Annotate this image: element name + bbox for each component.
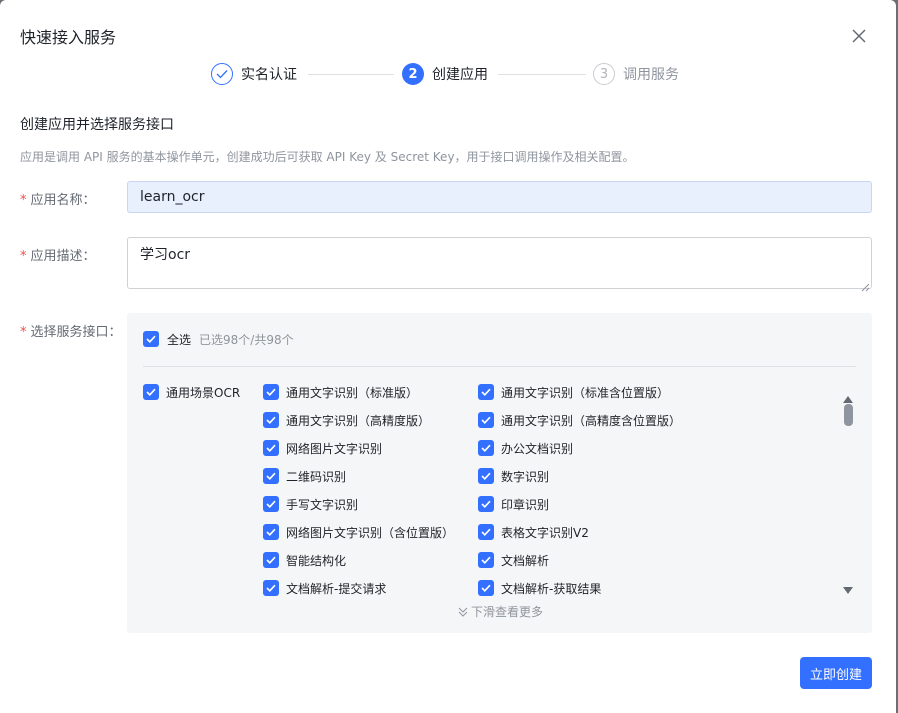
step-3-number: 3 bbox=[593, 63, 615, 85]
required-mark: * bbox=[20, 325, 27, 340]
api-checkbox[interactable] bbox=[478, 384, 494, 400]
api-select-label: * 选择服务接口： bbox=[20, 325, 122, 340]
required-mark: * bbox=[20, 193, 27, 208]
app-desc-label: * 应用描述： bbox=[20, 249, 96, 264]
api-checkbox[interactable] bbox=[478, 440, 494, 456]
api-label: 手写文字识别 bbox=[286, 498, 359, 512]
api-checkbox[interactable] bbox=[478, 412, 494, 428]
api-label: 网络图片文字识别（含位置版） bbox=[286, 526, 455, 540]
selected-count: 已选98个/共98个 bbox=[199, 333, 294, 347]
api-label: 文档解析 bbox=[501, 554, 550, 568]
api-label: 通用文字识别（高精度版） bbox=[286, 414, 431, 428]
api-checkbox[interactable] bbox=[478, 524, 494, 540]
app-name-input[interactable]: learn_ocr bbox=[127, 181, 872, 213]
api-checkbox[interactable] bbox=[263, 496, 279, 512]
section-description: 应用是调用 API 服务的基本操作单元，创建成功后可获取 API Key 及 S… bbox=[20, 150, 635, 164]
section-title: 创建应用并选择服务接口 bbox=[20, 117, 174, 133]
step-3-label: 调用服务 bbox=[623, 67, 679, 83]
api-label: 文档解析-提交请求 bbox=[286, 582, 387, 596]
api-checkbox[interactable] bbox=[478, 580, 494, 596]
check-icon bbox=[211, 63, 233, 85]
api-checkbox[interactable] bbox=[478, 496, 494, 512]
create-now-button[interactable]: 立即创建 bbox=[800, 657, 872, 689]
api-label: 通用文字识别（标准含位置版） bbox=[501, 386, 670, 400]
api-checkbox[interactable] bbox=[263, 580, 279, 596]
api-checkbox[interactable] bbox=[263, 552, 279, 568]
step-1-label: 实名认证 bbox=[241, 67, 297, 83]
api-label: 文档解析-获取结果 bbox=[501, 582, 602, 596]
api-checkbox[interactable] bbox=[478, 468, 494, 484]
api-checkbox[interactable] bbox=[263, 384, 279, 400]
dialog-title: 快速接入服务 bbox=[20, 28, 117, 47]
api-checkbox[interactable] bbox=[263, 468, 279, 484]
api-checkbox[interactable] bbox=[263, 440, 279, 456]
api-select-panel bbox=[127, 313, 872, 633]
category-checkbox[interactable] bbox=[143, 384, 159, 400]
api-label: 办公文档识别 bbox=[501, 442, 574, 456]
step-connector bbox=[308, 74, 394, 75]
app-desc-textarea[interactable]: 学习ocr bbox=[127, 237, 872, 289]
api-label: 表格文字识别V2 bbox=[501, 526, 589, 540]
api-label: 二维码识别 bbox=[286, 470, 347, 484]
step-connector bbox=[498, 74, 586, 75]
step-2-number: 2 bbox=[402, 63, 424, 85]
divider bbox=[143, 366, 856, 367]
api-checkbox[interactable] bbox=[478, 552, 494, 568]
close-icon[interactable] bbox=[850, 27, 868, 45]
api-label: 智能结构化 bbox=[286, 554, 347, 568]
category-label: 通用场景OCR bbox=[166, 386, 241, 400]
scroll-down-icon[interactable] bbox=[843, 580, 853, 594]
required-mark: * bbox=[20, 249, 27, 264]
quick-access-dialog: 快速接入服务 实名认证 2 创建应用 3 调用服务 创建应用并选择服务接口 应用… bbox=[0, 0, 896, 713]
api-label: 网络图片文字识别 bbox=[286, 442, 383, 456]
api-label: 通用文字识别（高精度含位置版） bbox=[501, 414, 682, 428]
select-all-checkbox[interactable] bbox=[143, 331, 159, 347]
scroll-more-hint[interactable]: 下滑查看更多 bbox=[458, 603, 543, 620]
api-checkbox[interactable] bbox=[263, 524, 279, 540]
step-2-label: 创建应用 bbox=[432, 67, 488, 83]
step-1: 实名认证 bbox=[211, 62, 297, 86]
select-all-label: 全选 bbox=[167, 333, 192, 347]
step-3: 3 调用服务 bbox=[593, 62, 679, 86]
app-name-label: * 应用名称： bbox=[20, 193, 96, 208]
step-2: 2 创建应用 bbox=[402, 62, 488, 86]
scrollbar-thumb[interactable] bbox=[844, 404, 853, 426]
api-label: 印章识别 bbox=[501, 498, 550, 512]
resize-grip-icon[interactable] bbox=[860, 277, 870, 292]
api-label: 通用文字识别（标准版） bbox=[286, 386, 419, 400]
api-checkbox[interactable] bbox=[263, 412, 279, 428]
double-chevron-down-icon bbox=[458, 607, 468, 617]
scroll-up-icon[interactable] bbox=[843, 388, 853, 403]
api-label: 数字识别 bbox=[501, 470, 550, 484]
